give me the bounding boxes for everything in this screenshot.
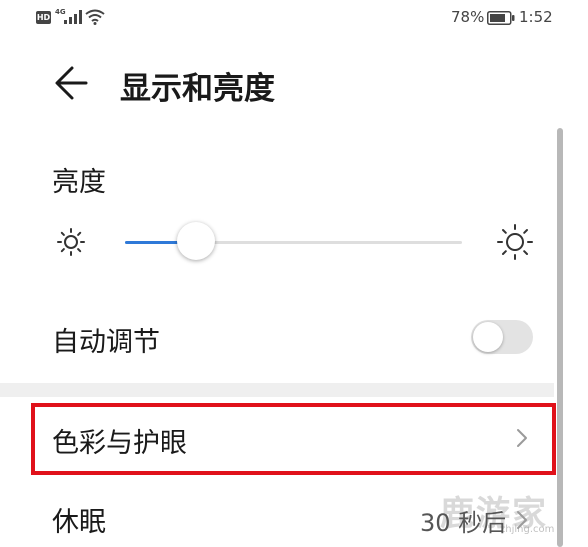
auto-adjust-label: 自动调节 bbox=[52, 327, 160, 358]
page-title: 显示和亮度 bbox=[120, 71, 275, 107]
auto-adjust-toggle[interactable] bbox=[471, 320, 533, 354]
signal-icon bbox=[64, 10, 82, 24]
battery-percent: 78% bbox=[451, 8, 485, 26]
sun-small-icon bbox=[57, 228, 85, 256]
sleep-row[interactable] bbox=[0, 488, 554, 547]
brightness-slider[interactable] bbox=[125, 222, 462, 260]
highlight-annotation bbox=[31, 403, 556, 475]
back-button[interactable] bbox=[50, 62, 92, 104]
arrow-left-icon bbox=[55, 66, 88, 100]
sun-large-icon bbox=[497, 224, 533, 260]
section-divider bbox=[0, 383, 554, 397]
wifi-icon bbox=[85, 9, 105, 25]
battery-icon bbox=[487, 11, 515, 25]
status-bar: HD 4G 78% 1:52 bbox=[0, 0, 588, 36]
brightness-label: 亮度 bbox=[52, 167, 106, 198]
status-time: 1:52 bbox=[519, 8, 553, 26]
slider-thumb[interactable] bbox=[176, 222, 215, 260]
toggle-knob bbox=[473, 322, 503, 352]
scrollbar[interactable] bbox=[557, 128, 563, 547]
hd-badge: HD bbox=[36, 11, 51, 24]
